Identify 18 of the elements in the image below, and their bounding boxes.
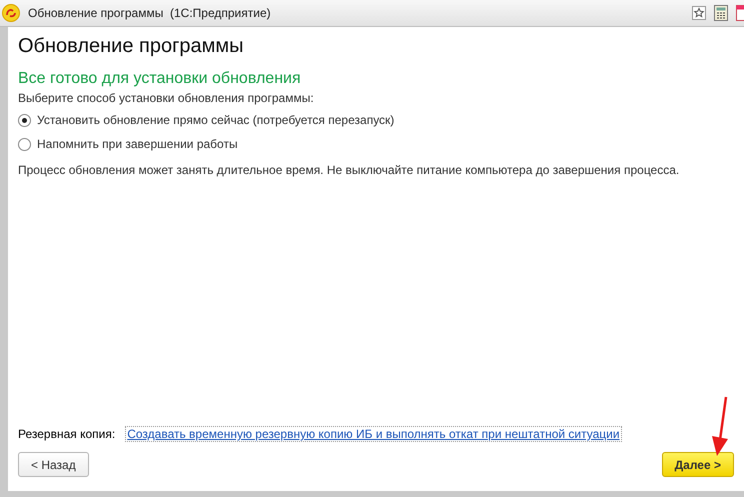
back-button[interactable]: < Назад — [18, 452, 89, 477]
status-heading: Все готово для установки обновления — [18, 70, 302, 88]
option-label[interactable]: Напомнить при завершении работы — [37, 137, 238, 151]
calculator-icon[interactable] — [714, 5, 728, 21]
radio-button[interactable] — [18, 114, 31, 126]
logo-icon — [2, 4, 20, 22]
radio-button[interactable] — [18, 138, 31, 150]
prompt-text: Выберите способ установки обновления программы: — [18, 91, 315, 105]
option-label[interactable]: Установить обновление прямо сейчас (потребуется перезапуск) — [37, 113, 394, 127]
calendar-icon[interactable] — [736, 5, 744, 21]
window-title: Обновление программы (1С:Предприятие) — [28, 6, 272, 20]
warning-text: Процесс обновления может занять длительное время. Не выключайте питание компьютера до завершения процесса. — [18, 163, 680, 177]
page-heading: Обновление программы — [18, 35, 245, 58]
backup-label: Резервная копия: — [18, 427, 116, 441]
star-icon[interactable] — [692, 6, 706, 20]
backup-link[interactable]: Создавать временную резервную копию ИБ и выполнять откат при нештатной ситуации — [125, 426, 622, 442]
arrow-drawing — [712, 396, 728, 456]
next-button[interactable]: Далее > — [662, 452, 734, 477]
